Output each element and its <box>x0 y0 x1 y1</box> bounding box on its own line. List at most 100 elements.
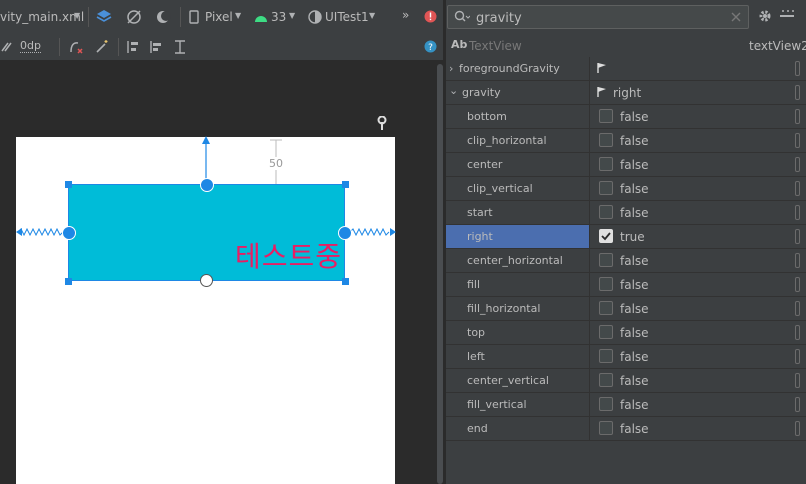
flag-checkbox[interactable] <box>599 397 613 411</box>
attribute-row-edge <box>795 157 800 172</box>
flag-value: false <box>620 134 649 148</box>
error-icon[interactable] <box>424 10 437 23</box>
flag-row[interactable]: fill false <box>446 273 806 297</box>
attribute-row-edge <box>795 349 800 364</box>
flag-checkbox[interactable] <box>599 277 613 291</box>
anchor-bottom[interactable] <box>200 274 213 287</box>
attribute-row-gravity[interactable]: ⌄ gravity right <box>446 81 806 105</box>
resize-handle-top-left[interactable] <box>65 181 72 188</box>
flag-row[interactable]: clip_horizontal false <box>446 129 806 153</box>
magic-wand-icon[interactable] <box>94 39 110 55</box>
layers-icon[interactable] <box>94 7 114 27</box>
anchor-top[interactable] <box>200 178 214 192</box>
flag-row[interactable]: left false <box>446 345 806 369</box>
flag-checkbox[interactable] <box>599 133 613 147</box>
clear-search-icon[interactable] <box>730 11 742 23</box>
theme-selector[interactable]: UITest1 <box>325 10 369 24</box>
flag-row[interactable]: fill_horizontal false <box>446 297 806 321</box>
flag-row[interactable]: end false <box>446 417 806 441</box>
flag-checkbox-checked[interactable] <box>599 229 613 243</box>
flag-checkbox[interactable] <box>599 109 613 123</box>
flag-checkbox[interactable] <box>599 253 613 267</box>
orientation-icon[interactable] <box>124 7 144 27</box>
flag-checkbox[interactable] <box>599 205 613 219</box>
flag-name: end <box>467 422 488 435</box>
flag-row[interactable]: center_vertical false <box>446 369 806 393</box>
api-level-selector[interactable]: 33 <box>271 10 286 24</box>
flag-row[interactable]: fill_vertical false <box>446 393 806 417</box>
flag-row[interactable]: right true <box>446 225 806 249</box>
flag-checkbox[interactable] <box>599 373 613 387</box>
gear-icon[interactable] <box>758 9 772 23</box>
anchor-left[interactable] <box>62 226 76 240</box>
flag-row[interactable]: center false <box>446 153 806 177</box>
help-icon[interactable]: ? <box>424 40 437 53</box>
minimize-icon[interactable] <box>782 10 784 12</box>
align-icon[interactable] <box>149 39 165 55</box>
attribute-row-foreground-gravity[interactable]: › foregroundGravity <box>446 57 806 81</box>
attribute-row-edge <box>795 205 800 220</box>
resize-handle-bottom-left[interactable] <box>65 278 72 285</box>
margin-label: 50 <box>268 157 284 170</box>
flag-row[interactable]: bottom false <box>446 105 806 129</box>
pack-icon[interactable] <box>125 39 141 55</box>
flag-checkbox[interactable] <box>599 349 613 363</box>
chevron-down-icon[interactable]: ▼ <box>289 11 295 20</box>
flag-name: fill_vertical <box>467 398 527 411</box>
attribute-row-edge <box>795 61 800 76</box>
toolbar-separator <box>59 38 60 56</box>
attribute-search-bar[interactable] <box>447 5 749 29</box>
attribute-row-edge <box>795 85 800 100</box>
flag-name: start <box>467 206 493 219</box>
flag-checkbox[interactable] <box>599 157 613 171</box>
flag-checkbox[interactable] <box>599 325 613 339</box>
wrench-icon[interactable] <box>376 115 388 130</box>
attribute-row-edge <box>795 229 800 244</box>
toolbar-separator <box>88 7 89 27</box>
left-constraint-arrow <box>16 228 22 236</box>
component-type: TextView <box>469 39 522 53</box>
hide-panel-icon[interactable] <box>780 15 794 17</box>
chevron-down-icon[interactable]: ▼ <box>235 11 241 20</box>
flag-checkbox[interactable] <box>599 181 613 195</box>
resize-handle-top-right[interactable] <box>342 181 349 188</box>
default-margin-selector[interactable]: 0dp <box>20 39 41 53</box>
textview-widget[interactable]: 테스트중 <box>68 184 345 281</box>
expand-arrow-icon[interactable]: › <box>449 62 453 75</box>
flag-row[interactable]: center_horizontal false <box>446 249 806 273</box>
textview-text: 테스트중 <box>234 240 342 273</box>
column-separator[interactable] <box>589 57 590 441</box>
flag-row[interactable]: start false <box>446 201 806 225</box>
magnet-icon[interactable] <box>0 39 14 53</box>
overflow-icon[interactable]: » <box>402 8 409 22</box>
device-selector[interactable]: Pixel <box>205 10 233 24</box>
search-input[interactable] <box>474 8 718 28</box>
toolbar-separator <box>118 38 119 56</box>
flag-name: clip_horizontal <box>467 134 547 147</box>
flag-value: false <box>620 398 649 412</box>
anchor-right[interactable] <box>338 226 352 240</box>
flag-name: clip_vertical <box>467 182 533 195</box>
flag-icon[interactable] <box>596 62 608 74</box>
night-mode-icon[interactable] <box>154 7 174 27</box>
flag-checkbox[interactable] <box>599 301 613 315</box>
svg-text:?: ? <box>428 43 433 53</box>
guidelines-icon[interactable] <box>172 39 188 55</box>
resize-handle-bottom-right[interactable] <box>342 278 349 285</box>
chevron-down-icon[interactable]: ▼ <box>74 11 80 20</box>
flag-row[interactable]: clip_vertical false <box>446 177 806 201</box>
right-constraint-arrow <box>390 228 396 236</box>
left-constraint-zigzag <box>17 227 64 237</box>
attribute-name: foregroundGravity <box>459 62 560 75</box>
flag-row[interactable]: top false <box>446 321 806 345</box>
flag-value: false <box>620 278 649 292</box>
collapse-arrow-icon[interactable]: ⌄ <box>449 84 458 97</box>
flag-name: center <box>467 158 503 171</box>
chevron-down-icon[interactable]: ▼ <box>369 11 375 20</box>
flag-checkbox[interactable] <box>599 421 613 435</box>
file-tab-label[interactable]: vity_main.xml <box>0 10 84 24</box>
clear-constraints-icon[interactable] <box>68 39 84 55</box>
attribute-row-edge <box>795 397 800 412</box>
flag-icon[interactable] <box>596 86 608 98</box>
flag-value: false <box>620 206 649 220</box>
